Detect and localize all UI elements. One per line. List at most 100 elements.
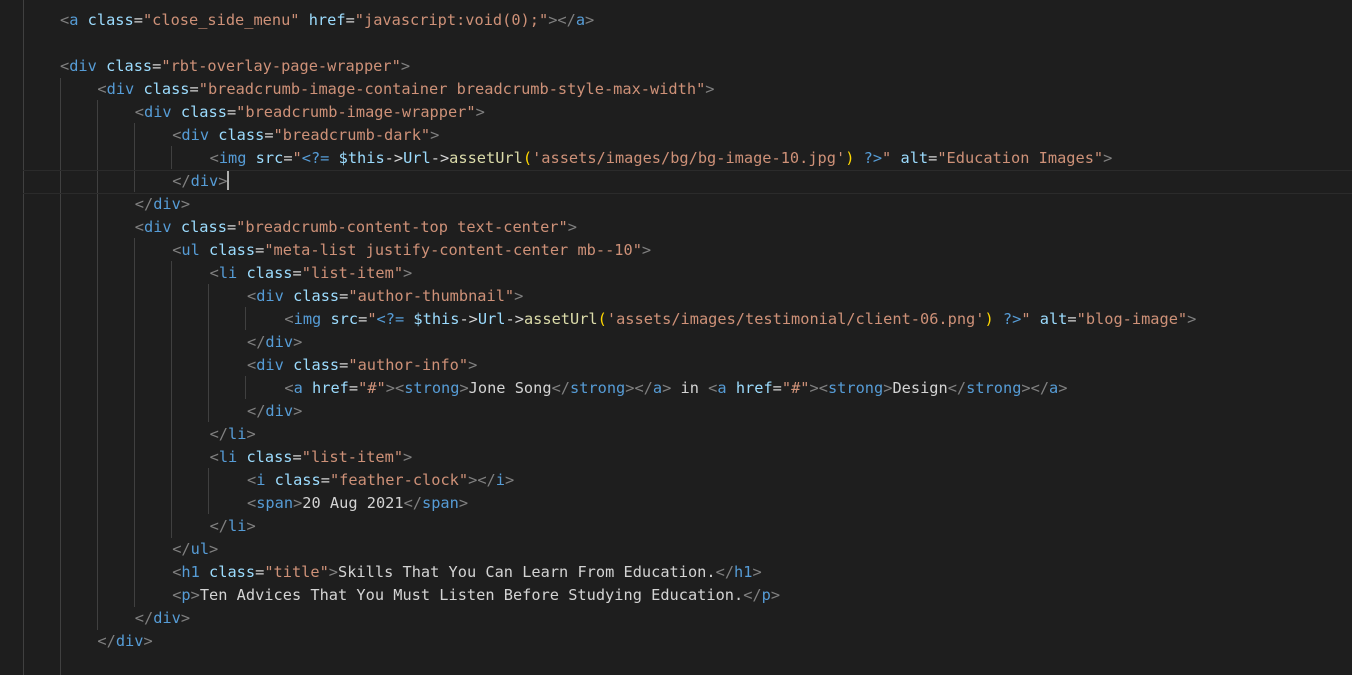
code-line[interactable]: </ul> <box>172 538 218 561</box>
code-token-punct: < <box>134 218 145 236</box>
code-line[interactable]: </li> <box>210 423 256 446</box>
code-token-punct: > <box>400 57 411 75</box>
code-line[interactable]: </div> <box>247 400 302 423</box>
code-token-punct: > <box>770 586 781 604</box>
code-token-punct: </ <box>97 632 116 650</box>
code-token-php: ?> <box>1002 310 1022 328</box>
code-token-punct: < <box>284 379 294 397</box>
code-token-tag: strong <box>827 379 884 397</box>
code-token-text: = <box>1067 310 1077 328</box>
code-token-punct: > <box>209 540 219 558</box>
code-token-punct: > <box>385 379 395 397</box>
code-token-punct: </ <box>209 517 229 535</box>
code-token-attr: class <box>246 448 293 466</box>
code-token-str: "author-thumbnail" <box>348 287 515 305</box>
code-token-str: "feather-clock" <box>329 471 469 489</box>
code-token-text: = <box>345 11 355 29</box>
code-line[interactable]: <img src="<?= $this->Url->assetUrl('asse… <box>210 147 1113 170</box>
code-token-tag: a <box>293 379 303 397</box>
code-token-str: " <box>367 310 377 328</box>
code-token-punct: </ <box>172 172 191 190</box>
code-line[interactable]: <a href="#"><strong>Jone Song</strong></… <box>284 377 1067 400</box>
code-line[interactable]: <li class="list-item"> <box>210 446 413 469</box>
code-token-str: "meta-list justify-content-center mb--10… <box>264 241 642 259</box>
code-line[interactable]: <div class="breadcrumb-image-wrapper"> <box>135 101 485 124</box>
code-token-punct: > <box>585 11 595 29</box>
code-line[interactable]: <div class="author-thumbnail"> <box>247 285 523 308</box>
code-token-tag: h1 <box>181 563 200 581</box>
code-token-text: = <box>292 448 302 466</box>
code-line[interactable]: <a class="close_side_menu" href="javascr… <box>60 9 594 32</box>
code-line[interactable]: </div> <box>135 607 190 630</box>
code-token-punct: > <box>459 379 469 397</box>
code-token-text: = <box>358 310 368 328</box>
code-token-punct: </ <box>247 333 266 351</box>
code-token-tag: a <box>652 379 663 397</box>
code-editor[interactable]: <a class="close_side_menu" href="javascr… <box>0 0 1352 675</box>
code-line[interactable]: </div> <box>97 630 152 653</box>
code-token-attr: class <box>293 356 340 374</box>
code-line[interactable]: <div class="rbt-overlay-page-wrapper"> <box>60 55 410 78</box>
code-token-attr: class <box>143 80 190 98</box>
code-token-text: = <box>133 11 143 29</box>
code-token-punct: </ <box>134 609 154 627</box>
code-token-attr: class <box>246 264 293 282</box>
code-token-punct: > <box>403 448 413 466</box>
code-line[interactable]: <i class="feather-clock"></i> <box>247 469 514 492</box>
code-line[interactable]: <div class="breadcrumb-content-top text-… <box>135 216 577 239</box>
code-token-var: Url <box>403 149 431 167</box>
code-token-punct: > <box>1058 379 1068 397</box>
code-token-text: = <box>152 57 162 75</box>
code-token-punct: </ <box>1030 379 1050 397</box>
code-token-func: assetUrl <box>449 149 523 167</box>
code-line[interactable]: <div class="breadcrumb-image-container b… <box>97 78 714 101</box>
code-token-punct: > <box>504 471 515 489</box>
code-token-punct: > <box>1103 149 1113 167</box>
code-token-str: "title" <box>264 563 329 581</box>
code-line[interactable]: </div> <box>172 170 230 193</box>
code-token-attr: class <box>106 57 153 75</box>
code-token-attr: class <box>218 126 265 144</box>
code-token-punct: </ <box>209 425 229 443</box>
code-line[interactable]: <p>Ten Advices That You Must Listen Befo… <box>172 584 780 607</box>
code-line[interactable]: <ul class="meta-list justify-content-cen… <box>172 239 651 262</box>
code-token-php: <?= <box>301 149 330 167</box>
code-line[interactable]: <span>20 Aug 2021</span> <box>247 492 468 515</box>
code-line[interactable]: </div> <box>247 331 302 354</box>
code-token-tag: li <box>218 264 238 282</box>
code-token-tag: ul <box>190 540 210 558</box>
code-token-text: = <box>348 379 359 397</box>
code-line[interactable]: <div class="author-info"> <box>247 354 477 377</box>
code-token-tag: span <box>256 494 294 512</box>
code-token-brace: ( <box>597 310 607 328</box>
code-line[interactable]: <div class="breadcrumb-dark"> <box>172 124 439 147</box>
code-token-php: <?= <box>376 310 405 328</box>
code-line[interactable]: <img src="<?= $this->Url->assetUrl('asse… <box>284 308 1196 331</box>
code-token-punct: > <box>430 126 440 144</box>
code-lines: <a class="close_side_menu" href="javascr… <box>0 0 1352 675</box>
code-token-tag: ul <box>181 241 200 259</box>
code-token-var: Url <box>477 310 506 328</box>
code-token-text: = <box>255 563 265 581</box>
code-token-punct: > <box>567 218 577 236</box>
code-token-php: ?> <box>863 149 883 167</box>
code-line[interactable]: </div> <box>135 193 190 216</box>
code-line[interactable]: <li class="list-item"> <box>210 262 413 285</box>
code-token-attr: alt <box>900 149 929 167</box>
code-token-str: "javascript:void(0);" <box>354 11 549 29</box>
code-token-str: " <box>882 149 892 167</box>
code-token-text: = <box>255 241 265 259</box>
code-token-var: $this <box>338 149 385 167</box>
code-token-punct: </ <box>715 563 735 581</box>
code-token-str: 'assets/images/bg/bg-image-10.jpg' <box>532 149 846 167</box>
code-token-tag: a <box>1049 379 1059 397</box>
code-line[interactable]: </li> <box>210 515 256 538</box>
code-token-attr: class <box>274 471 321 489</box>
code-line[interactable]: <h1 class="title">Skills That You Can Le… <box>172 561 761 584</box>
